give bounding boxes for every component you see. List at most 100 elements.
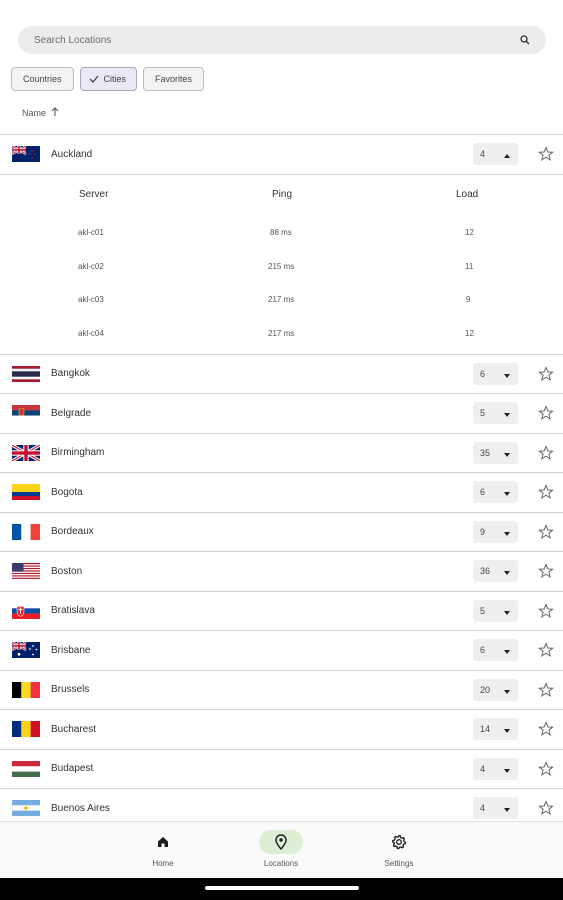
favorite-star-icon[interactable] [538, 405, 554, 421]
city-name: Bucharest [51, 723, 97, 735]
city-name: Brisbane [51, 644, 91, 656]
home-gesture-handle[interactable] [205, 886, 359, 890]
city-name: Brussels [51, 684, 90, 696]
server-name[interactable]: akl-c01 [78, 228, 104, 237]
caret-up-icon [504, 150, 510, 160]
bottom-navigation: Home Locations Settings [0, 821, 563, 878]
serbia-flag-icon [12, 405, 40, 422]
city-row-auckland[interactable]: Auckland 4 [0, 135, 563, 175]
favorite-star-icon[interactable] [538, 602, 554, 619]
location-list: Auckland 4 Server Ping Load akl-c01 88 m… [0, 134, 563, 829]
hungary-flag-icon [12, 760, 40, 777]
city-row-brisbane[interactable]: Brisbane 6 [0, 631, 563, 671]
server-count-button[interactable]: 6 [473, 639, 518, 662]
city-row-bangkok[interactable]: Bangkok 6 [0, 355, 563, 394]
column-header-server: Server [79, 188, 109, 200]
server-count-button[interactable]: 9 [473, 520, 518, 543]
server-count: 6 [480, 645, 486, 656]
server-load: 12 [465, 227, 474, 237]
united-kingdom-flag-icon [12, 444, 40, 461]
favorite-star-icon[interactable] [538, 523, 554, 540]
server-count-button[interactable]: 35 [473, 441, 518, 464]
chip-label: Countries [23, 74, 62, 84]
favorite-star-icon[interactable] [538, 721, 554, 737]
server-count-button[interactable]: 4 [473, 797, 518, 820]
nav-item-home[interactable]: Home [128, 830, 198, 868]
server-count-button[interactable]: 4 [473, 757, 518, 780]
search-icon[interactable] [518, 33, 532, 47]
search-bar[interactable] [18, 26, 546, 54]
colombia-flag-icon [12, 484, 40, 501]
server-load: 11 [465, 261, 474, 271]
server-name[interactable]: akl-c02 [78, 262, 104, 271]
sort-header[interactable]: Name [22, 107, 59, 118]
arrow-up-icon [51, 107, 59, 118]
location-pin-icon [259, 830, 303, 854]
city-name: Bangkok [51, 368, 90, 380]
favorite-star-icon[interactable] [538, 800, 554, 816]
united-states-flag-icon [12, 563, 40, 580]
city-name: Bordeaux [51, 526, 94, 538]
city-name: Boston [51, 565, 83, 577]
favorite-star-icon[interactable] [538, 484, 554, 500]
server-count-button[interactable]: 6 [473, 481, 518, 504]
favorite-star-icon[interactable] [538, 365, 554, 382]
check-icon [89, 75, 99, 83]
home-icon [141, 830, 185, 854]
sort-label: Name [22, 107, 47, 118]
server-count: 6 [480, 487, 486, 498]
search-input[interactable] [34, 34, 518, 46]
nav-item-settings[interactable]: Settings [364, 830, 434, 868]
server-count: 36 [480, 566, 491, 577]
city-row-brussels[interactable]: Brussels 20 [0, 671, 563, 710]
server-count-button[interactable]: 6 [473, 362, 518, 385]
caret-down-icon [504, 686, 510, 696]
server-count-button[interactable]: 4 [473, 143, 518, 166]
city-name: Belgrade [51, 407, 92, 419]
server-count: 6 [480, 368, 486, 379]
gear-icon [377, 830, 421, 854]
server-count-button[interactable]: 20 [473, 678, 518, 701]
city-name: Bratislava [51, 605, 95, 617]
city-name: Birmingham [51, 447, 105, 459]
favorite-star-icon[interactable] [538, 146, 554, 162]
city-row-bucharest[interactable]: Bucharest 14 [0, 710, 563, 750]
system-gesture-bar [0, 878, 563, 900]
favorite-star-icon[interactable] [538, 642, 554, 658]
city-name: Buenos Aires [51, 802, 110, 814]
favorite-star-icon[interactable] [538, 681, 554, 698]
filter-chip-cities[interactable]: Cities [79, 67, 138, 91]
server-count-button[interactable]: 5 [473, 599, 518, 622]
belgium-flag-icon [12, 681, 40, 698]
city-row-birmingham[interactable]: Birmingham 35 [0, 434, 563, 473]
nav-item-locations[interactable]: Locations [246, 830, 316, 868]
server-count-button[interactable]: 14 [473, 718, 518, 741]
server-name[interactable]: akl-c04 [78, 329, 104, 338]
server-count: 35 [480, 447, 491, 458]
chip-label: Favorites [155, 74, 193, 84]
filter-chip-countries[interactable]: Countries [11, 67, 74, 91]
server-name[interactable]: akl-c03 [78, 295, 104, 304]
favorite-star-icon[interactable] [538, 444, 554, 461]
caret-down-icon [504, 449, 510, 459]
server-count: 9 [480, 526, 486, 537]
favorite-star-icon[interactable] [538, 760, 554, 777]
caret-down-icon [504, 646, 510, 656]
city-row-boston[interactable]: Boston 36 [0, 552, 563, 592]
favorite-star-icon[interactable] [538, 563, 554, 579]
caret-down-icon [504, 765, 510, 775]
city-row-bratislava[interactable]: Bratislava 5 [0, 592, 563, 631]
city-row-belgrade[interactable]: Belgrade 5 [0, 394, 563, 434]
server-count-button[interactable]: 5 [473, 402, 518, 425]
slovakia-flag-icon [12, 602, 40, 619]
server-count: 4 [480, 149, 486, 160]
city-row-bordeaux[interactable]: Bordeaux 9 [0, 513, 563, 552]
city-row-bogota[interactable]: Bogota 6 [0, 473, 563, 513]
city-row-budapest[interactable]: Budapest 4 [0, 750, 563, 789]
caret-down-icon [504, 607, 510, 617]
server-load: 12 [465, 328, 474, 338]
nav-label: Settings [384, 859, 414, 868]
city-name: Budapest [51, 763, 94, 775]
filter-chip-favorites[interactable]: Favorites [143, 67, 205, 91]
server-count-button[interactable]: 36 [473, 560, 518, 583]
